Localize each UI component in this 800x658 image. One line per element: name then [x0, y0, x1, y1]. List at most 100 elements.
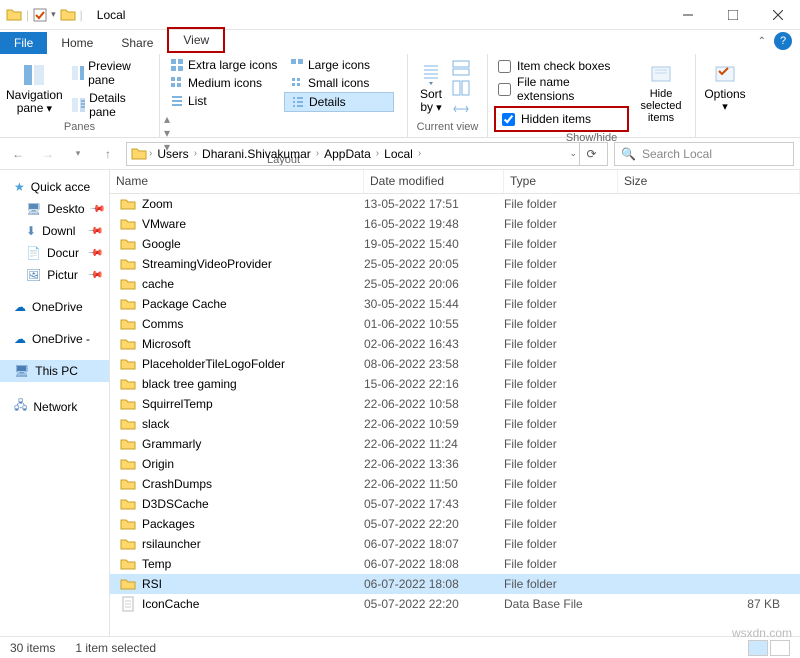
table-row[interactable]: SquirrelTemp22-06-2022 10:58File folder: [110, 394, 800, 414]
layout-scroll-down-icon[interactable]: ▾: [164, 126, 178, 140]
file-name-extensions-toggle[interactable]: File name extensions: [494, 74, 629, 104]
chevron-right-icon[interactable]: ›: [194, 148, 197, 159]
table-row[interactable]: VMware16-05-2022 19:48File folder: [110, 214, 800, 234]
hidden-items-toggle[interactable]: Hidden items: [494, 106, 629, 132]
chevron-right-icon[interactable]: ›: [418, 148, 421, 159]
close-button[interactable]: [755, 0, 800, 30]
sidebar-network[interactable]: 🖧Network: [0, 392, 109, 421]
table-row[interactable]: Origin22-06-2022 13:36File folder: [110, 454, 800, 474]
navigation-pane-button[interactable]: Navigation pane ▾: [4, 56, 65, 121]
help-button[interactable]: ?: [774, 32, 792, 50]
table-row[interactable]: D3DSCache05-07-2022 17:43File folder: [110, 494, 800, 514]
file-type: File folder: [504, 197, 618, 211]
file-name: RSI: [142, 577, 162, 591]
table-row[interactable]: RSI06-07-2022 18:08File folder: [110, 574, 800, 594]
table-row[interactable]: Microsoft02-06-2022 16:43File folder: [110, 334, 800, 354]
crumb-appdata[interactable]: AppData: [321, 147, 374, 161]
file-date: 22-06-2022 10:59: [364, 417, 504, 431]
back-button[interactable]: ←: [6, 142, 30, 166]
thumbnails-view-toggle[interactable]: [770, 640, 790, 656]
file-type: File folder: [504, 577, 618, 591]
sort-by-button[interactable]: Sort by ▾: [412, 56, 450, 121]
breadcrumb-dropdown-icon[interactable]: ⌄: [569, 148, 577, 159]
table-row[interactable]: StreamingVideoProvider25-05-2022 20:05Fi…: [110, 254, 800, 274]
up-button[interactable]: ↑: [96, 142, 120, 166]
folder-icon: [120, 336, 136, 352]
table-row[interactable]: Grammarly22-06-2022 11:24File folder: [110, 434, 800, 454]
table-row[interactable]: Comms01-06-2022 10:55File folder: [110, 314, 800, 334]
file-type: File folder: [504, 377, 618, 391]
extra-large-icons-button[interactable]: Extra large icons: [164, 56, 284, 74]
sidebar-pinned-item[interactable]: 📄Docur📌: [0, 242, 109, 264]
search-input[interactable]: 🔍 Search Local: [614, 142, 794, 166]
file-name: Origin: [142, 457, 174, 471]
preview-pane-button[interactable]: Preview pane: [65, 57, 155, 89]
sidebar-this-pc[interactable]: 🖥This PC: [0, 360, 109, 382]
small-icons-button[interactable]: Small icons: [284, 74, 394, 92]
file-date: 13-05-2022 17:51: [364, 197, 504, 211]
crumb-users[interactable]: Users: [154, 147, 191, 161]
options-button[interactable]: Options▾: [700, 56, 750, 121]
file-type: File folder: [504, 337, 618, 351]
checkbox-icon[interactable]: [33, 8, 47, 22]
file-date: 25-05-2022 20:06: [364, 277, 504, 291]
details-view-toggle[interactable]: [748, 640, 768, 656]
folder-icon: [120, 196, 136, 212]
col-name[interactable]: Name: [110, 170, 364, 193]
group-by-icon[interactable]: [452, 60, 470, 76]
table-row[interactable]: IconCache05-07-2022 22:20Data Base File8…: [110, 594, 800, 614]
qat-dropdown-icon[interactable]: ▾: [51, 9, 56, 20]
hide-selected-items-button[interactable]: Hide selected items: [631, 56, 691, 132]
tab-home[interactable]: Home: [47, 32, 107, 54]
folder-icon: [120, 456, 136, 472]
sidebar-onedrive-2[interactable]: ☁OneDrive -: [0, 328, 109, 350]
tab-share[interactable]: Share: [107, 32, 167, 54]
sidebar-pinned-item[interactable]: 🖼Pictur📌: [0, 264, 109, 286]
crumb-user[interactable]: Dharani.Shivakumar: [199, 147, 314, 161]
col-size[interactable]: Size: [618, 170, 800, 193]
table-row[interactable]: PlaceholderTileLogoFolder08-06-2022 23:5…: [110, 354, 800, 374]
forward-button[interactable]: →: [36, 142, 60, 166]
table-row[interactable]: CrashDumps22-06-2022 11:50File folder: [110, 474, 800, 494]
table-row[interactable]: black tree gaming15-06-2022 22:16File fo…: [110, 374, 800, 394]
table-row[interactable]: Packages05-07-2022 22:20File folder: [110, 514, 800, 534]
col-date[interactable]: Date modified: [364, 170, 504, 193]
add-columns-icon[interactable]: [452, 80, 470, 96]
details-view-button[interactable]: Details: [284, 92, 394, 112]
sidebar-onedrive[interactable]: ☁OneDrive: [0, 296, 109, 318]
table-row[interactable]: rsilauncher06-07-2022 18:07File folder: [110, 534, 800, 554]
refresh-button[interactable]: ⟳: [579, 143, 603, 165]
table-row[interactable]: Temp06-07-2022 18:08File folder: [110, 554, 800, 574]
col-type[interactable]: Type: [504, 170, 618, 193]
table-row[interactable]: cache25-05-2022 20:06File folder: [110, 274, 800, 294]
chevron-right-icon[interactable]: ›: [376, 148, 379, 159]
sidebar-quick-access[interactable]: ★Quick acce: [0, 176, 109, 198]
chevron-right-icon[interactable]: ›: [149, 148, 152, 159]
layout-scroll-up-icon[interactable]: ▴: [164, 112, 178, 126]
details-pane-button[interactable]: Details pane: [65, 89, 155, 121]
pinned-icon: 🖼: [26, 268, 41, 282]
tab-file[interactable]: File: [0, 32, 47, 54]
maximize-button[interactable]: [710, 0, 755, 30]
breadcrumb[interactable]: › Users › Dharani.Shivakumar › AppData ›…: [126, 142, 608, 166]
chevron-right-icon[interactable]: ›: [316, 148, 319, 159]
table-row[interactable]: Google19-05-2022 15:40File folder: [110, 234, 800, 254]
sidebar-pinned-item[interactable]: ⬇Downl📌: [0, 220, 109, 242]
item-check-boxes-toggle[interactable]: Item check boxes: [494, 58, 629, 74]
size-columns-icon[interactable]: [452, 101, 470, 117]
table-row[interactable]: slack22-06-2022 10:59File folder: [110, 414, 800, 434]
minimize-button[interactable]: [665, 0, 710, 30]
sidebar-pinned-item[interactable]: 🖥Deskto📌: [0, 198, 109, 220]
medium-icons-button[interactable]: Medium icons: [164, 74, 284, 92]
large-icons-button[interactable]: Large icons: [284, 56, 394, 74]
recent-locations-button[interactable]: ▾: [66, 142, 90, 166]
table-row[interactable]: Package Cache30-05-2022 15:44File folder: [110, 294, 800, 314]
file-type: File folder: [504, 497, 618, 511]
list-button[interactable]: List: [164, 92, 284, 110]
collapse-ribbon-icon[interactable]: ⌃: [758, 36, 766, 47]
file-name: D3DSCache: [142, 497, 209, 511]
crumb-local[interactable]: Local: [381, 147, 416, 161]
tab-view[interactable]: View: [167, 27, 225, 53]
file-type: File folder: [504, 257, 618, 271]
table-row[interactable]: Zoom13-05-2022 17:51File folder: [110, 194, 800, 214]
